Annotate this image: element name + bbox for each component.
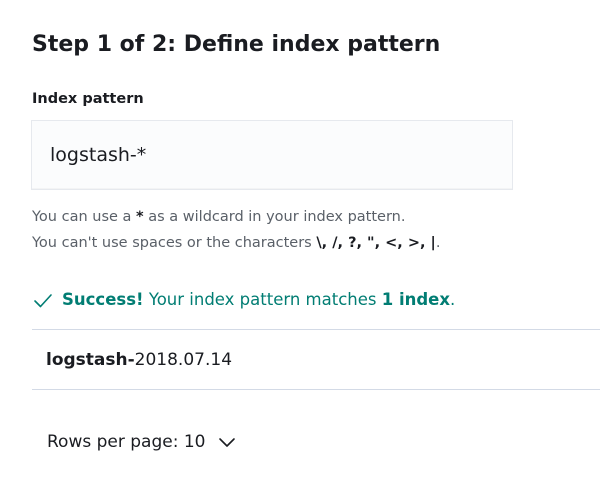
page-title: Step 1 of 2: Define index pattern: [32, 32, 441, 57]
index-pattern-input[interactable]: [31, 120, 513, 190]
table-divider-top: [32, 329, 600, 330]
help-line1-prefix: You can use a: [32, 209, 137, 225]
index-pattern-label: Index pattern: [32, 91, 144, 107]
help-text: You can use a * as a wildcard in your in…: [32, 204, 440, 256]
help-line2-suffix: .: [435, 235, 441, 251]
success-label: Success!: [62, 290, 144, 309]
check-icon: [34, 294, 52, 308]
help-line2-prefix: You can't use spaces or the characters: [32, 235, 317, 251]
chevron-down-icon: [218, 438, 235, 447]
rows-per-page-label: Rows per page:: [47, 432, 179, 452]
help-wildcard-char: *: [136, 209, 144, 225]
success-text: Your index pattern matches: [148, 290, 377, 309]
help-invalid-chars: \, /, ?, ", <, >, |: [316, 235, 436, 251]
success-message: Success! Your index pattern matches 1 in…: [32, 285, 455, 315]
table-row: logstash-2018.07.14: [46, 345, 232, 375]
index-rest-part: 2018.07.14: [134, 350, 233, 370]
help-line-wildcard: You can use a * as a wildcard in your in…: [32, 204, 440, 230]
match-count: 1 index: [381, 290, 451, 309]
rows-per-page-value: 10: [183, 432, 206, 452]
help-line-invalid-chars: You can't use spaces or the characters \…: [32, 230, 440, 256]
index-match-part: logstash-: [46, 350, 135, 370]
rows-per-page-button[interactable]: Rows per page: 10: [47, 427, 236, 457]
help-line1-suffix: as a wildcard in your index pattern.: [143, 209, 406, 225]
success-end: .: [450, 290, 456, 309]
table-divider-bottom: [32, 389, 600, 390]
